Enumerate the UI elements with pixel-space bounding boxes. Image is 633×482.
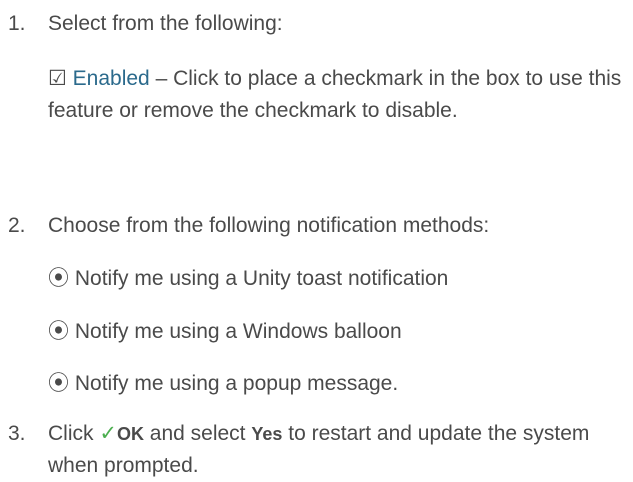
step-number: 1. (8, 12, 26, 35)
enabled-option-description: ☑ Enabled – Click to place a checkmark i… (48, 63, 623, 127)
step-text: Choose from the following notification m… (48, 214, 490, 237)
checkbox-checked-icon: ☑ (48, 67, 67, 90)
step-number: 3. (8, 422, 26, 445)
yes-label: Yes (251, 424, 283, 444)
step-text-before: Click (48, 422, 100, 445)
notification-option-label: Notify me using a Windows balloon (74, 320, 402, 343)
step-text: Select from the following: (48, 12, 283, 35)
step-text-middle: and select (143, 422, 252, 445)
step-number: 2. (8, 214, 26, 237)
ok-label: OK (116, 424, 144, 444)
radio-selected-icon: ⦿ (48, 320, 69, 343)
notification-option-label: Notify me using a Unity toast notificati… (74, 267, 449, 290)
radio-selected-icon: ⦿ (48, 267, 69, 290)
checkmark-icon: ✓ (99, 422, 117, 445)
notification-option-balloon: ⦿ Notify me using a Windows balloon (48, 316, 623, 348)
step-text: Click ✓OK and select Yes to restart and … (48, 418, 623, 482)
notification-option-popup: ⦿ Notify me using a popup message. (48, 368, 623, 400)
radio-selected-icon: ⦿ (48, 372, 69, 395)
enabled-option-label: Enabled (72, 67, 150, 90)
notification-option-toast: ⦿ Notify me using a Unity toast notifica… (48, 263, 623, 295)
notification-option-label: Notify me using a popup message. (74, 372, 399, 395)
